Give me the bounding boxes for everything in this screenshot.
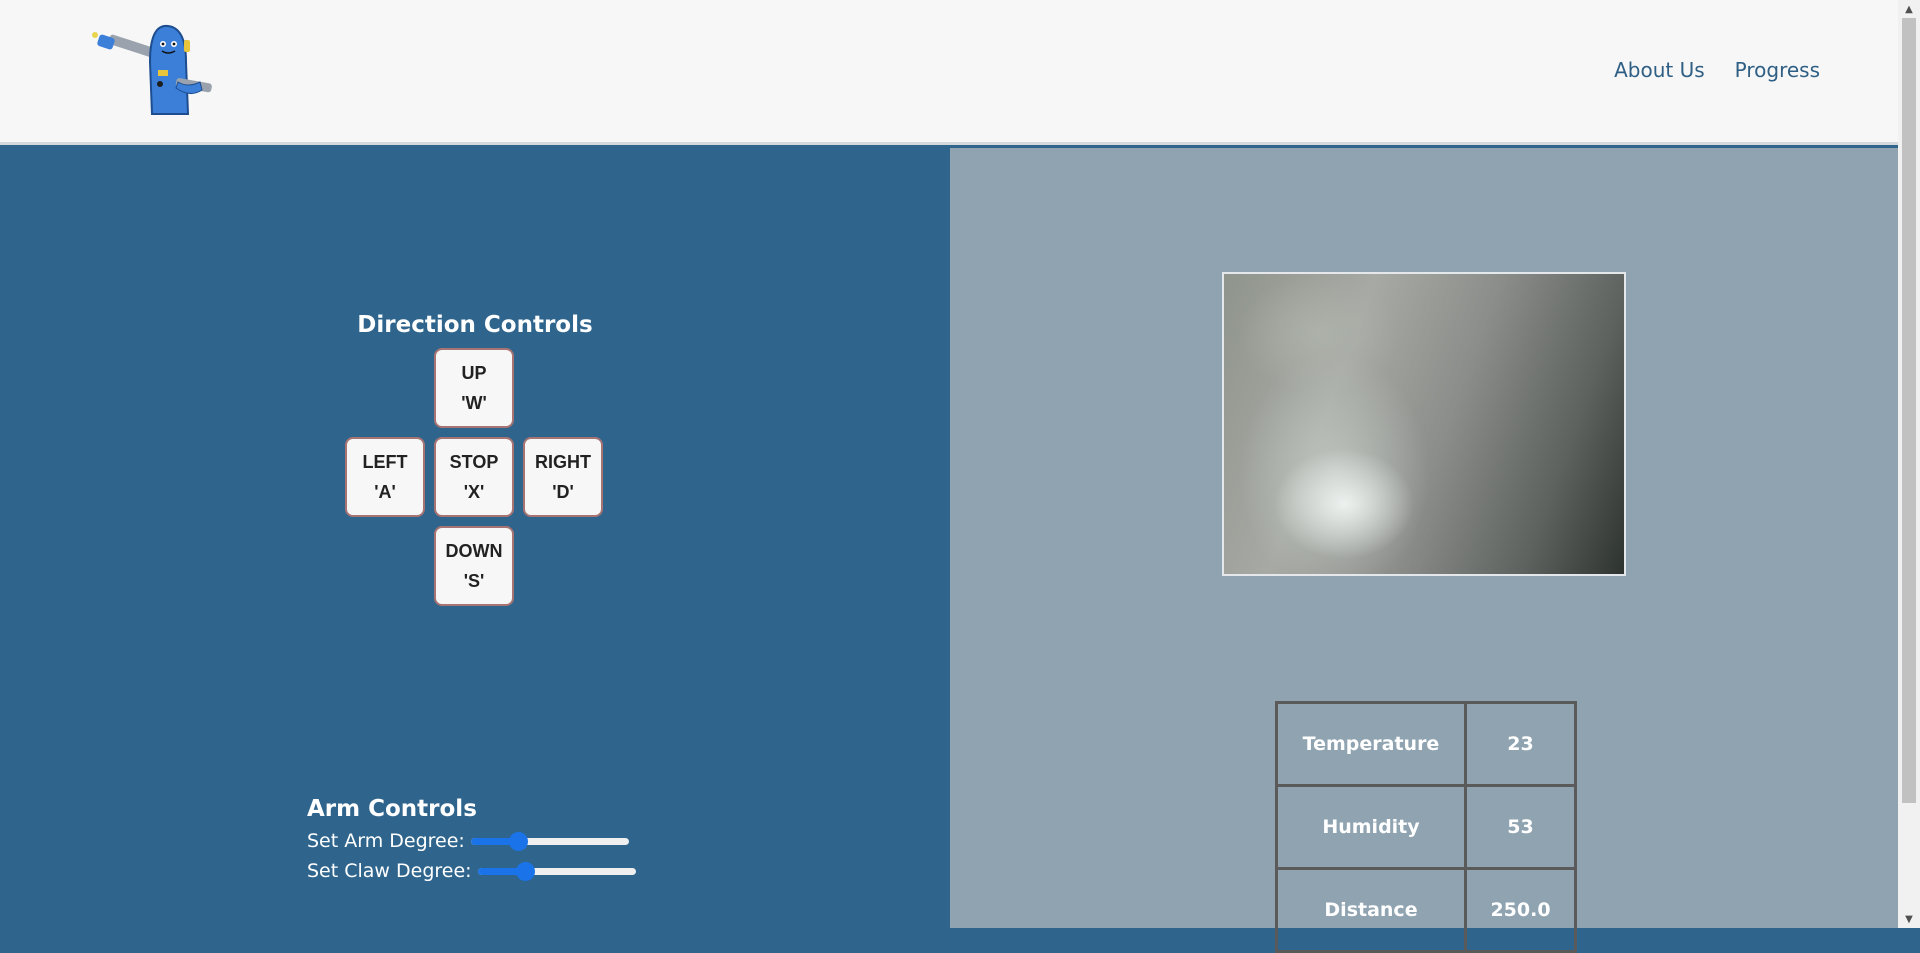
stop-button[interactable]: STOP 'X' [434, 437, 514, 517]
arm-degree-label: Set Arm Degree: [307, 830, 465, 852]
camera-feed [1222, 272, 1626, 576]
down-button-key: 'S' [463, 571, 485, 591]
monitor-panel: Temperature 23 Humidity 53 Distance 250.… [950, 148, 1898, 953]
claw-slider-thumb[interactable] [515, 862, 535, 881]
humidity-value: 53 [1464, 784, 1577, 870]
table-row: Humidity 53 [1275, 784, 1577, 870]
claw-degree-slider[interactable] [477, 861, 636, 881]
nav-about-us-link[interactable]: About Us [1614, 58, 1705, 82]
left-button-label: LEFT [362, 452, 408, 472]
site-header: About Us Progress [0, 0, 1898, 145]
arm-slider-thumb[interactable] [509, 832, 529, 851]
claw-degree-label: Set Claw Degree: [307, 860, 472, 882]
claw-degree-row: Set Claw Degree: [307, 856, 636, 886]
temperature-label: Temperature [1275, 701, 1467, 787]
arm-degree-row: Set Arm Degree: [307, 826, 636, 856]
up-button-label: UP [461, 363, 487, 383]
stop-button-label: STOP [449, 452, 499, 472]
right-button-label: RIGHT [535, 452, 591, 472]
down-button[interactable]: DOWN 'S' [434, 526, 514, 606]
left-button-key: 'A' [374, 482, 396, 502]
right-button[interactable]: RIGHT 'D' [523, 437, 603, 517]
stop-button-key: 'X' [463, 482, 485, 502]
distance-label: Distance [1275, 867, 1467, 953]
triangle-down-icon[interactable]: ▼ [1898, 910, 1920, 928]
left-button[interactable]: LEFT 'A' [345, 437, 425, 517]
temperature-value: 23 [1464, 701, 1577, 787]
main-nav: About Us Progress [1614, 58, 1820, 82]
triangle-up-icon[interactable]: ▲ [1898, 0, 1920, 18]
right-button-key: 'D' [552, 482, 574, 502]
humidity-label: Humidity [1275, 784, 1467, 870]
up-button-key: 'W' [461, 393, 487, 413]
page-scrollbar[interactable]: ▲ ▼ [1898, 0, 1920, 928]
scrollbar-thumb[interactable] [1902, 18, 1916, 803]
arm-controls-section: Arm Controls Set Arm Degree: Set Claw De… [307, 796, 636, 886]
table-row: Temperature 23 [1275, 701, 1577, 787]
direction-controls-title: Direction Controls [357, 312, 593, 338]
distance-value: 250.0 [1464, 867, 1577, 953]
sensor-table: Temperature 23 Humidity 53 Distance 250.… [1275, 701, 1577, 953]
robot-logo[interactable] [90, 22, 225, 117]
down-button-label: DOWN [445, 541, 503, 561]
table-row: Distance 250.0 [1275, 867, 1577, 953]
arm-degree-slider[interactable] [470, 831, 629, 851]
up-button[interactable]: UP 'W' [434, 348, 514, 428]
nav-progress-link[interactable]: Progress [1735, 58, 1820, 82]
arm-controls-title: Arm Controls [307, 796, 477, 822]
controls-panel: Direction Controls UP 'W' LEFT 'A' STOP … [0, 148, 950, 928]
